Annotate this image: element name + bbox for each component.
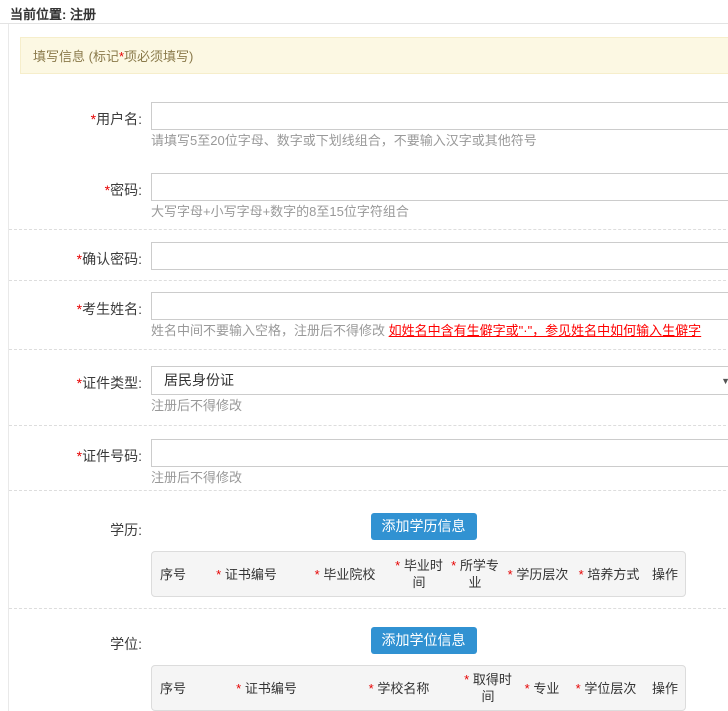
required-asterisk: *: [508, 567, 517, 582]
add-education-button[interactable]: 添加学历信息: [371, 513, 477, 540]
required-asterisk: *: [464, 672, 473, 687]
divider: [9, 425, 728, 426]
register-form-panel: 填写信息 (标记*项必须填写) *用户名: 请填写5至20位字母、数字或下划线组…: [8, 24, 728, 711]
required-asterisk: *: [395, 558, 404, 573]
password-input[interactable]: [151, 173, 728, 201]
divider: [9, 280, 728, 281]
candidate-name-hint-text: 姓名中间不要输入空格，注册后不得修改: [151, 323, 389, 338]
education-label: 学历:: [9, 513, 142, 540]
candidate-name-label: *考生姓名:: [9, 292, 142, 319]
id-type-row: *证件类型: 居民身份证 ▼ 注册后不得修改: [9, 366, 728, 414]
required-asterisk: *: [579, 567, 588, 582]
column-header: 序号: [152, 566, 194, 583]
id-type-select[interactable]: 居民身份证 ▼: [151, 366, 728, 395]
confirm-password-label: *确认密码:: [9, 242, 142, 269]
rare-character-help-link[interactable]: 如姓名中含有生僻字或"·"，参见姓名中如何输入生僻字: [389, 323, 702, 338]
column-header: * 证书编号: [194, 680, 339, 697]
breadcrumb: 当前位置: 注册: [0, 0, 728, 24]
required-asterisk: *: [216, 567, 225, 582]
id-number-row: *证件号码: 注册后不得修改: [9, 439, 728, 486]
id-type-hint: 注册后不得修改: [151, 398, 728, 414]
password-label: *密码:: [9, 173, 142, 200]
degree-table-header: 序号* 证书编号* 学校名称* 取得时间* 专业* 学位层次操作: [151, 665, 686, 711]
id-number-label: *证件号码:: [9, 439, 142, 466]
divider: [9, 229, 728, 230]
column-header: 序号: [152, 680, 194, 697]
column-header: * 毕业院校: [299, 566, 391, 583]
id-type-selected-value: 居民身份证: [152, 367, 728, 394]
column-header: * 证书编号: [194, 566, 299, 583]
notice-banner: 填写信息 (标记*项必须填写): [20, 37, 728, 74]
breadcrumb-text: 当前位置: 注册: [10, 7, 96, 22]
notice-text-prefix: 填写信息 (标记: [33, 49, 119, 64]
required-asterisk: *: [236, 681, 245, 696]
required-asterisk: *: [451, 558, 460, 573]
add-degree-button[interactable]: 添加学位信息: [371, 627, 477, 654]
column-header: * 毕业时间: [391, 557, 447, 591]
username-row: *用户名: 请填写5至20位字母、数字或下划线组合，不要输入汉字或其他符号: [9, 102, 728, 149]
degree-row: 学位: 添加学位信息 序号* 证书编号* 学校名称* 取得时间* 专业* 学位层…: [9, 627, 728, 711]
username-label: *用户名:: [9, 102, 142, 129]
column-header: * 学历层次: [503, 566, 573, 583]
education-row: 学历: 添加学历信息 序号* 证书编号* 毕业院校* 毕业时间* 所学专业* 学…: [9, 513, 728, 597]
notice-text-suffix: 项必须填写): [124, 49, 193, 64]
column-header: * 培养方式: [573, 566, 645, 583]
divider: [9, 608, 728, 609]
id-number-input[interactable]: [151, 439, 728, 467]
required-asterisk: *: [525, 681, 534, 696]
education-table-header: 序号* 证书编号* 毕业院校* 毕业时间* 所学专业* 学历层次* 培养方式操作: [151, 551, 686, 597]
username-input[interactable]: [151, 102, 728, 130]
id-number-hint: 注册后不得修改: [151, 470, 728, 486]
divider: [9, 349, 728, 350]
column-header: 操作: [645, 680, 685, 697]
password-row: *密码: 大写字母+小写字母+数字的8至15位字符组合: [9, 173, 728, 220]
degree-label: 学位:: [9, 627, 142, 654]
column-header: * 学位层次: [567, 680, 645, 697]
username-hint: 请填写5至20位字母、数字或下划线组合，不要输入汉字或其他符号: [151, 133, 728, 149]
id-type-label: *证件类型:: [9, 366, 142, 393]
required-asterisk: *: [369, 681, 378, 696]
confirm-password-input[interactable]: [151, 242, 728, 270]
candidate-name-input[interactable]: [151, 292, 728, 320]
candidate-name-hint: 姓名中间不要输入空格，注册后不得修改 如姓名中含有生僻字或"·"，参见姓名中如何…: [151, 323, 728, 339]
column-header: * 学校名称: [339, 680, 459, 697]
required-asterisk: *: [576, 681, 585, 696]
column-header: 操作: [645, 566, 685, 583]
column-header: * 所学专业: [447, 557, 503, 591]
candidate-name-row: *考生姓名: 姓名中间不要输入空格，注册后不得修改 如姓名中含有生僻字或"·"，…: [9, 292, 728, 339]
column-header: * 专业: [517, 680, 567, 697]
divider: [9, 490, 728, 491]
confirm-password-row: *确认密码:: [9, 242, 728, 270]
required-asterisk: *: [315, 567, 324, 582]
password-hint: 大写字母+小写字母+数字的8至15位字符组合: [151, 204, 728, 220]
